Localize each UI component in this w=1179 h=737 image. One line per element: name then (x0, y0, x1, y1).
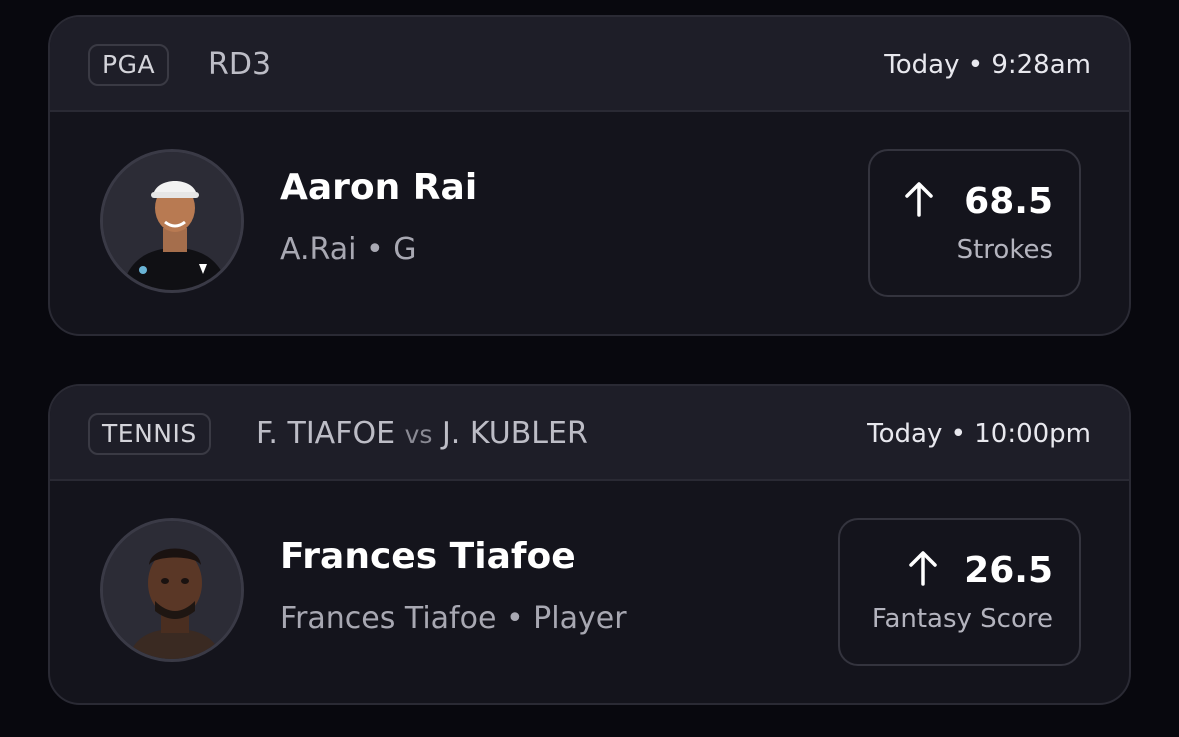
projection-stat: Strokes (956, 235, 1053, 265)
player-avatar (100, 518, 244, 662)
league-badge: PGA (88, 44, 170, 86)
projection-stat: Fantasy Score (871, 604, 1053, 634)
card-header: TENNIS F. TIAFOE vs J. KUBLER Today • 10… (50, 386, 1129, 481)
pick-card-aaron-rai[interactable]: PGA RD3 Today • 9:28am Aaron Rai A.Rai •… (48, 15, 1131, 336)
event-label: RD3 (208, 47, 272, 82)
golfer-avatar-icon (103, 152, 241, 290)
projection-box[interactable]: 26.5 Fantasy Score (838, 518, 1081, 666)
game-time: Today • 10:00pm (867, 419, 1091, 449)
event-label: F. TIAFOE vs J. KUBLER (256, 414, 588, 455)
projection-value: 68.5 (964, 181, 1053, 222)
game-time: Today • 9:28am (884, 50, 1091, 80)
player-name: Frances Tiafoe (280, 536, 576, 577)
arrow-up-icon (909, 551, 937, 586)
player-avatar (100, 149, 244, 293)
card-header: PGA RD3 Today • 9:28am (50, 17, 1129, 112)
team1: F. TIAFOE (256, 416, 396, 451)
pick-card-frances-tiafoe[interactable]: TENNIS F. TIAFOE vs J. KUBLER Today • 10… (48, 384, 1131, 705)
arrow-up-icon (905, 182, 933, 217)
vs-label: vs (404, 420, 433, 449)
player-name: Aaron Rai (280, 167, 478, 208)
projection-value: 26.5 (964, 550, 1053, 591)
tennis-player-avatar-icon (103, 521, 241, 659)
player-subtitle: A.Rai • G (280, 232, 417, 267)
player-subtitle: Frances Tiafoe • Player (280, 601, 627, 636)
league-badge: TENNIS (88, 413, 211, 455)
team2: J. KUBLER (441, 416, 588, 451)
projection-box[interactable]: 68.5 Strokes (868, 149, 1081, 297)
